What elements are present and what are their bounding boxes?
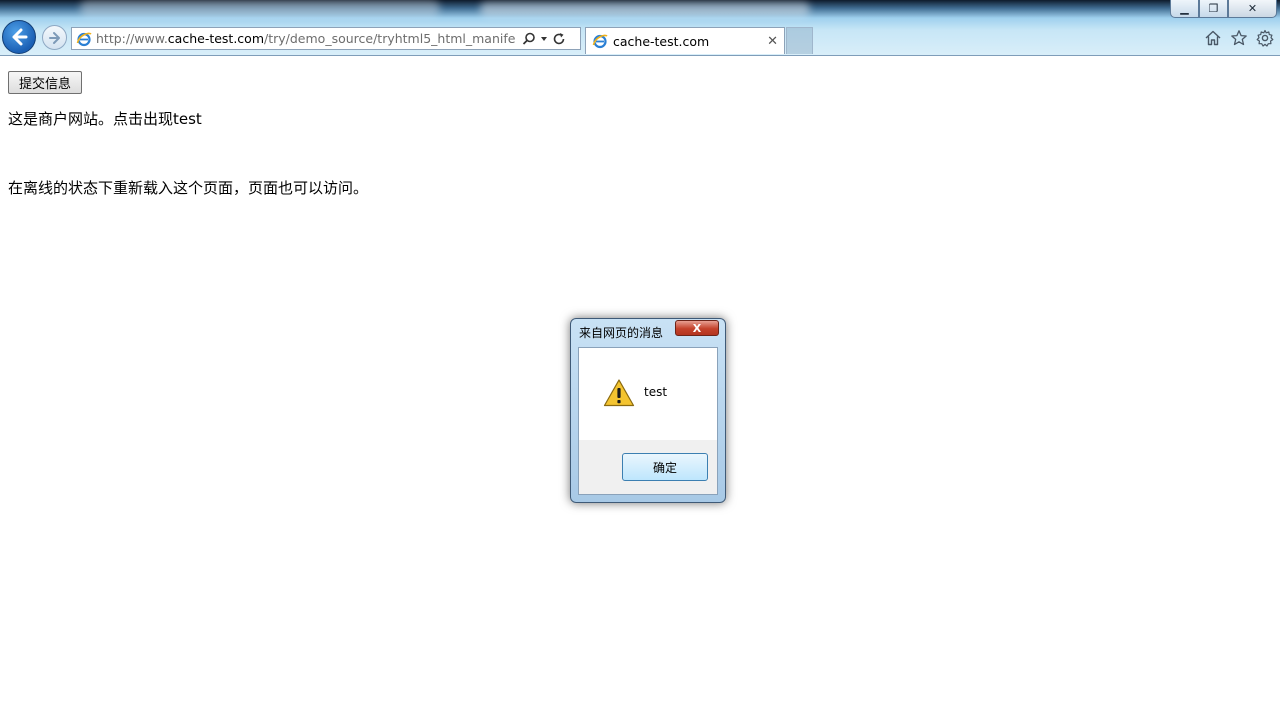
settings-gear-icon[interactable]: [1256, 29, 1274, 47]
new-tab-button[interactable]: [786, 27, 813, 54]
title-bar-blur: [80, 0, 440, 16]
title-bar-blur-2: [480, 2, 810, 16]
forward-arrow-icon: [48, 31, 60, 44]
warning-icon: [603, 379, 635, 407]
url-text[interactable]: http://www.cache-test.com/try/demo_sourc…: [96, 31, 516, 46]
tab-title: cache-test.com: [613, 33, 710, 49]
url-prefix: http://www.: [96, 31, 168, 46]
restore-button[interactable]: ❐: [1199, 0, 1228, 18]
tab-active[interactable]: cache-test.com ✕: [585, 27, 785, 54]
favorites-star-icon[interactable]: [1230, 29, 1248, 47]
search-icon[interactable]: [522, 32, 536, 46]
dialog-message-area: test: [579, 348, 717, 440]
page-text-line-1: 这是商户网站。点击出现test: [8, 110, 202, 128]
url-path: /try/demo_source/tryhtml5_html_manifest.…: [264, 31, 516, 46]
minimize-button[interactable]: ▁: [1170, 0, 1199, 18]
dialog-body: test 确定: [578, 347, 718, 495]
toolbar-right: [1204, 29, 1274, 47]
dialog-title: 来自网页的消息: [579, 326, 664, 340]
back-button[interactable]: [2, 20, 36, 54]
dropdown-icon[interactable]: [540, 35, 548, 43]
forward-button[interactable]: [42, 25, 67, 50]
url-host: cache-test.com: [167, 31, 265, 46]
address-tools: [522, 32, 566, 46]
ie-logo-icon: [592, 34, 608, 49]
alert-dialog: 来自网页的消息 X test 确定: [570, 318, 726, 503]
refresh-icon[interactable]: [552, 32, 566, 46]
address-bar[interactable]: http://www.cache-test.com/try/demo_sourc…: [71, 27, 581, 50]
back-arrow-icon: [12, 28, 28, 46]
submit-info-button[interactable]: 提交信息: [8, 71, 83, 94]
dialog-close-button[interactable]: X: [675, 320, 719, 336]
ie-logo-icon: [76, 32, 92, 46]
home-icon[interactable]: [1204, 29, 1222, 47]
page-text-line-2: 在离线的状态下重新载入这个页面，页面也可以访问。: [8, 179, 369, 197]
browser-chrome: ▁ ❐ ✕ http://www.cache-test.com/try/demo…: [0, 0, 1280, 56]
dialog-message: test: [644, 385, 668, 399]
tab-close-icon[interactable]: ✕: [767, 34, 778, 49]
ok-button[interactable]: 确定: [622, 453, 708, 481]
window-controls: ▁ ❐ ✕: [1170, 0, 1277, 18]
window-close-button[interactable]: ✕: [1228, 0, 1277, 18]
